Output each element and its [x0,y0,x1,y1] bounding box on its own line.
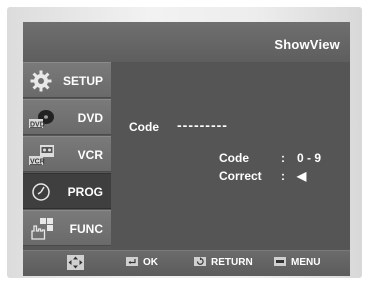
code-label: Code [129,120,159,134]
sidebar-item-label: SETUP [62,74,103,88]
move-arrows-icon [67,255,84,270]
hint-separator: : [281,151,285,165]
code-input[interactable]: --------- [177,117,228,133]
footer-bar: OK RETURN MENU [23,250,350,276]
hint-value: 0 - 9 [297,151,322,165]
clock-icon [32,183,50,201]
sidebar-item-prog[interactable]: PROG [23,173,111,209]
showview-panel: Code --------- Code : 0 - 9 Correct : ◀ [111,62,350,250]
menu-button[interactable]: MENU [274,257,320,271]
title-bar: ShowView [23,22,350,62]
dvd-disc-icon: DVD [29,110,54,129]
return-icon [194,257,206,266]
sidebar-item-label: PROG [67,185,103,199]
move-button[interactable] [67,255,84,270]
hint-key: Correct [219,169,262,183]
sidebar-item-label: DVD [77,111,103,125]
gear-icon [30,70,52,92]
enter-icon [126,257,138,266]
sidebar-item-vcr[interactable]: VCR VCR [23,136,111,172]
sidebar-item-setup[interactable]: SETUP [23,62,111,98]
ok-button[interactable]: OK [126,257,158,271]
sidebar-item-label: FUNC [69,222,103,236]
sidebar-item-func[interactable]: FUNC [23,210,111,246]
osd-screen: ShowView SETUP DVD DVD VCR VCR PROG FUNC… [23,22,350,276]
sidebar-item-dvd[interactable]: DVD DVD [23,99,111,135]
vcr-tape-icon: VCR [29,145,54,166]
ok-label: OK [143,257,158,268]
sidebar: SETUP DVD DVD VCR VCR PROG FUNC [23,62,111,250]
hand-function-icon [31,218,53,240]
return-label: RETURN [211,257,253,268]
hint-separator: : [281,169,285,183]
return-button[interactable]: RETURN [194,257,253,271]
menu-label: MENU [291,257,321,268]
left-arrow-icon: ◀ [297,169,307,183]
sidebar-item-label: VCR [77,148,103,162]
menu-icon [274,257,286,266]
page-title: ShowView [274,37,340,52]
hint-key: Code [219,151,249,165]
